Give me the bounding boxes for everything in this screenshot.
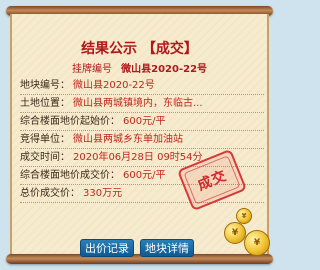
parcel-details-button[interactable]: 地块详情 bbox=[140, 239, 194, 257]
gold-coins-icon: ¥ ¥ ¥ bbox=[222, 208, 274, 258]
row-land-location: 土地位置： 微山县两城镇境内，东临古... bbox=[20, 95, 264, 113]
row-label: 综合楼面地价起始价： bbox=[20, 116, 120, 127]
row-value: 微山县两城乡东单加油站 bbox=[73, 134, 183, 145]
row-label: 土地位置： bbox=[20, 98, 70, 109]
listing-value: 微山县2020-22号 bbox=[121, 64, 208, 75]
listing-number: 挂牌编号 微山县2020-22号 bbox=[0, 60, 279, 75]
row-label: 综合楼面地价成交价： bbox=[20, 170, 120, 181]
row-winning-bidder: 竞得单位： 微山县两城乡东单加油站 bbox=[20, 131, 264, 149]
row-value: 330万元 bbox=[83, 188, 123, 199]
bid-history-button[interactable]: 出价记录 bbox=[80, 239, 134, 257]
row-starting-price: 综合楼面地价起始价： 600元/平 bbox=[20, 113, 264, 131]
row-label: 地块编号： bbox=[20, 80, 70, 91]
row-label: 总价成交价： bbox=[20, 188, 80, 199]
row-label: 成交时间： bbox=[20, 152, 70, 163]
row-label: 竞得单位： bbox=[20, 134, 70, 145]
listing-label: 挂牌编号 bbox=[71, 64, 112, 75]
coin-icon: ¥ bbox=[224, 222, 246, 244]
result-title: 结果公示 【成交】 bbox=[81, 41, 198, 57]
row-parcel-number: 地块编号： 微山县2020-22号 bbox=[20, 77, 264, 95]
row-value: 微山县两城镇境内，东临古... bbox=[73, 98, 203, 109]
row-value: 2020年06月28日 09时54分 bbox=[73, 152, 203, 163]
row-value: 600元/平 bbox=[123, 170, 166, 181]
row-value: 微山县2020-22号 bbox=[73, 80, 155, 91]
coin-icon: ¥ bbox=[244, 230, 270, 256]
row-value: 600元/平 bbox=[123, 116, 166, 127]
